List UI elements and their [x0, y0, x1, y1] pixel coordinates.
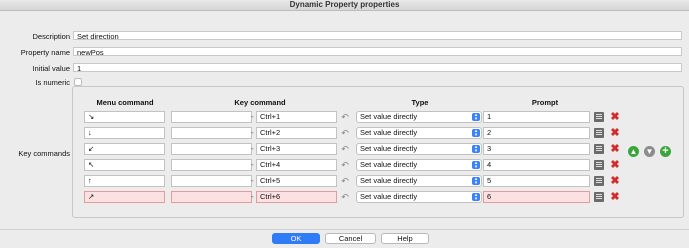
- keyboard-icon[interactable]: [594, 112, 604, 122]
- prompt-field[interactable]: 1: [483, 111, 590, 123]
- prompt-field[interactable]: 2: [483, 127, 590, 139]
- initial-value-field[interactable]: 1: [73, 63, 682, 73]
- description-label: Description: [32, 32, 70, 41]
- key-command-field[interactable]: Ctrl+1: [256, 111, 337, 123]
- prompt-field[interactable]: 4: [483, 159, 590, 171]
- help-button[interactable]: Help: [381, 233, 429, 244]
- key-command-field[interactable]: Ctrl+6: [256, 191, 337, 203]
- key-modifier-field[interactable]: [171, 111, 252, 123]
- ok-button[interactable]: OK: [272, 233, 320, 244]
- delete-icon[interactable]: ✖: [610, 176, 620, 187]
- type-select-value: Set value directly: [360, 144, 418, 153]
- key-separator: -: [251, 192, 254, 201]
- keyboard-icon[interactable]: [594, 144, 604, 154]
- type-select[interactable]: Set value directly ▴ ▾: [356, 127, 482, 139]
- initial-value-label: Initial value: [32, 64, 70, 73]
- key-separator: -: [251, 128, 254, 137]
- type-select[interactable]: Set value directly ▴ ▾: [356, 111, 482, 123]
- undo-icon[interactable]: ↶: [340, 144, 350, 154]
- delete-icon[interactable]: ✖: [610, 192, 620, 203]
- type-select[interactable]: Set value directly ▴ ▾: [356, 143, 482, 155]
- prompt-field[interactable]: 3: [483, 143, 590, 155]
- keyboard-icon[interactable]: [594, 128, 604, 138]
- select-chevron-icon: ▴ ▾: [472, 177, 480, 186]
- description-field[interactable]: Set direction: [73, 31, 682, 41]
- menu-command-field[interactable]: ↓: [84, 127, 165, 139]
- keyboard-icon[interactable]: [594, 160, 604, 170]
- key-separator: -: [251, 112, 254, 121]
- header-key-command: Key command: [234, 98, 286, 107]
- key-commands-label: Key commands: [18, 149, 70, 158]
- window-title: Dynamic Property properties: [0, 0, 689, 11]
- header-type: Type: [411, 98, 429, 107]
- type-select-value: Set value directly: [360, 112, 418, 121]
- key-modifier-field[interactable]: [171, 175, 252, 187]
- select-chevron-icon: ▴ ▾: [472, 193, 480, 202]
- type-select-value: Set value directly: [360, 192, 418, 201]
- select-chevron-icon: ▴ ▾: [472, 161, 480, 170]
- select-chevron-icon: ▴ ▾: [472, 129, 480, 138]
- key-command-field[interactable]: Ctrl+3: [256, 143, 337, 155]
- prompt-field[interactable]: 6: [483, 191, 590, 203]
- delete-icon[interactable]: ✖: [610, 112, 620, 123]
- prompt-field[interactable]: 5: [483, 175, 590, 187]
- move-up-icon[interactable]: ▲: [628, 146, 639, 157]
- key-modifier-field[interactable]: [171, 191, 252, 203]
- menu-command-field[interactable]: ↙: [84, 143, 165, 155]
- type-select-value: Set value directly: [360, 128, 418, 137]
- move-down-icon[interactable]: ▼: [644, 146, 655, 157]
- add-icon[interactable]: +: [660, 146, 671, 157]
- header-menu-command: Menu command: [96, 98, 154, 107]
- key-command-field[interactable]: Ctrl+2: [256, 127, 337, 139]
- undo-icon[interactable]: ↶: [340, 112, 350, 122]
- is-numeric-checkbox[interactable]: [74, 78, 82, 86]
- delete-icon[interactable]: ✖: [610, 144, 620, 155]
- cancel-button[interactable]: Cancel: [325, 233, 376, 244]
- undo-icon[interactable]: ↶: [340, 192, 350, 202]
- key-modifier-field[interactable]: [171, 143, 252, 155]
- menu-command-field[interactable]: ↖: [84, 159, 165, 171]
- type-select[interactable]: Set value directly ▴ ▾: [356, 191, 482, 203]
- type-select[interactable]: Set value directly ▴ ▾: [356, 159, 482, 171]
- type-select-value: Set value directly: [360, 176, 418, 185]
- key-separator: -: [251, 176, 254, 185]
- keyboard-icon[interactable]: [594, 192, 604, 202]
- keyboard-icon[interactable]: [594, 176, 604, 186]
- delete-icon[interactable]: ✖: [610, 160, 620, 171]
- menu-command-field[interactable]: ↗: [84, 191, 165, 203]
- select-chevron-icon: ▴ ▾: [472, 113, 480, 122]
- menu-command-field[interactable]: ↑: [84, 175, 165, 187]
- key-separator: -: [251, 144, 254, 153]
- type-select-value: Set value directly: [360, 160, 418, 169]
- undo-icon[interactable]: ↶: [340, 160, 350, 170]
- property-name-label: Property name: [20, 48, 70, 57]
- delete-icon[interactable]: ✖: [610, 128, 620, 139]
- property-name-field[interactable]: newPos: [73, 47, 682, 57]
- key-separator: -: [251, 160, 254, 169]
- select-chevron-icon: ▴ ▾: [472, 145, 480, 154]
- menu-command-field[interactable]: ↘: [84, 111, 165, 123]
- undo-icon[interactable]: ↶: [340, 128, 350, 138]
- type-select[interactable]: Set value directly ▴ ▾: [356, 175, 482, 187]
- divider: [0, 229, 689, 230]
- key-modifier-field[interactable]: [171, 159, 252, 171]
- key-modifier-field[interactable]: [171, 127, 252, 139]
- header-prompt: Prompt: [531, 98, 559, 107]
- undo-icon[interactable]: ↶: [340, 176, 350, 186]
- key-command-field[interactable]: Ctrl+4: [256, 159, 337, 171]
- is-numeric-label: Is numeric: [35, 78, 70, 87]
- key-command-field[interactable]: Ctrl+5: [256, 175, 337, 187]
